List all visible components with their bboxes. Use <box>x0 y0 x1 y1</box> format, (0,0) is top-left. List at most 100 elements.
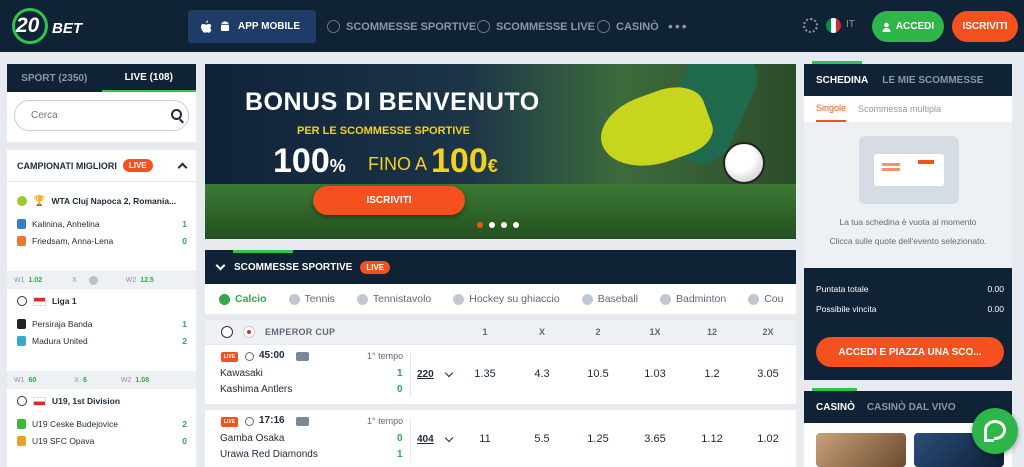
carousel-dot[interactable] <box>477 222 483 228</box>
tab-badminton[interactable]: Badminton <box>660 293 726 305</box>
stream-icon[interactable] <box>296 352 309 361</box>
welcome-bonus-banner[interactable]: BONUS DI BENVENUTO PER LE SCOMMESSE SPOR… <box>205 64 796 239</box>
carousel-dot[interactable] <box>489 222 495 228</box>
chat-support-button[interactable] <box>972 408 1018 454</box>
odds-value[interactable]: 1.02 <box>29 277 43 284</box>
team-row[interactable]: U19 SFC Opava 0 <box>17 433 187 448</box>
tab-casino[interactable]: CASINÒ <box>812 387 857 413</box>
tab-table-tennis[interactable]: Tennistavolo <box>356 293 431 305</box>
odds-cell[interactable]: 3.65 <box>635 433 675 445</box>
tab-baseball[interactable]: Baseball <box>581 293 638 305</box>
tab-my-bets[interactable]: LE MIE SCOMMESSE <box>882 75 983 86</box>
odds-label: X <box>72 276 77 284</box>
chevron-down-icon[interactable] <box>444 433 454 443</box>
live-tag: LIVE <box>221 417 238 427</box>
away-score: 0 <box>397 384 403 395</box>
odds-cell[interactable]: 1.02 <box>748 433 788 445</box>
odds-cell[interactable]: 1.25 <box>578 433 618 445</box>
soccer-ball-icon <box>17 396 27 406</box>
tab-live-casino[interactable]: CASINÒ DAL VIVO <box>867 402 956 413</box>
tab-label: Calcio <box>235 293 267 305</box>
team-score: 2 <box>182 335 187 346</box>
app-mobile-button[interactable]: APP MOBILE <box>188 10 316 43</box>
win-value: 0.00 <box>987 304 1004 314</box>
odds-label: W1 <box>14 276 25 284</box>
odds-cell[interactable]: 1.03 <box>635 368 675 380</box>
odds-label: W2 <box>120 376 132 384</box>
more-markets-link[interactable]: 404 <box>417 434 434 445</box>
more-menu-icon[interactable]: ••• <box>668 18 689 34</box>
tab-label: Hockey su ghiaccio <box>469 293 560 305</box>
pitch-background <box>205 184 796 239</box>
match-row[interactable]: LIVE 45:00 1° tempo Kawasaki Kashima Ant… <box>205 345 796 405</box>
search-icon[interactable] <box>171 109 182 120</box>
login-place-bet-button[interactable]: ACCEDI E PIAZZA UNA SCO... <box>816 337 1004 367</box>
tab-ice-hockey[interactable]: Hockey su ghiaccio <box>453 293 560 305</box>
team-row[interactable]: Friedsam, Anna-Lena 0 <box>17 233 187 248</box>
tab-tennis[interactable]: Tennis <box>288 293 335 305</box>
carousel-dot[interactable] <box>513 222 519 228</box>
team-name: Madura United <box>32 335 88 346</box>
odds-value[interactable]: 6 <box>83 377 87 384</box>
tab-soccer[interactable]: Calcio <box>219 293 267 305</box>
home-score: 1 <box>397 368 403 379</box>
team-score: 0 <box>182 235 187 246</box>
banner-register-button[interactable]: ISCRIVITI <box>313 186 465 215</box>
col-header: 2 <box>595 327 601 337</box>
stream-icon[interactable] <box>296 417 309 426</box>
tab-singles[interactable]: Singole <box>816 96 847 122</box>
odds-value[interactable]: 60 <box>29 377 37 384</box>
casino-game-thumbnail[interactable] <box>816 433 906 467</box>
tab-cou[interactable]: Cou <box>748 293 783 305</box>
chevron-down-icon[interactable] <box>215 260 226 271</box>
settings-gear-icon[interactable] <box>803 18 818 33</box>
tab-live[interactable]: LIVE (108) <box>101 64 196 92</box>
register-button[interactable]: ISCRIVITI <box>952 11 1018 42</box>
more-markets-link[interactable]: 220 <box>417 369 434 380</box>
odds-cell[interactable]: 11 <box>465 433 505 445</box>
odds-row: W1 60 X6 W2 1.08 <box>7 371 196 389</box>
login-button[interactable]: ACCEDI <box>872 11 944 42</box>
tab-bet-slip[interactable]: SCHEDINA <box>811 60 868 86</box>
chevron-down-icon[interactable] <box>444 368 454 378</box>
logo[interactable]: 20 BET <box>12 8 96 44</box>
sports-betting-header[interactable]: SCOMMESSE SPORTIVE LIVE <box>205 250 796 284</box>
top-championships-header[interactable]: CAMPIONATI MIGLIORI LIVE <box>7 150 196 182</box>
match-row[interactable]: LIVE 17:16 1° tempo Gamba Osaka Urawa Re… <box>205 410 796 467</box>
live-league-list: 🏆 WTA Cluj Napoca 2, Romania... Kalinina… <box>7 182 196 467</box>
odds-cell[interactable]: 10.5 <box>578 368 618 380</box>
nav-sports-betting[interactable]: SCOMMESSE SPORTIVE <box>327 10 476 43</box>
odds-cell[interactable]: 1.2 <box>692 368 732 380</box>
live-badge: LIVE <box>122 159 153 172</box>
league-title[interactable]: 🏆 WTA Cluj Napoca 2, Romania... <box>17 193 176 209</box>
league-title[interactable]: U19, 1st Division <box>17 393 120 409</box>
team-row[interactable]: Persiraja Banda 1 <box>17 316 187 331</box>
team-row[interactable]: U19 Ceske Budejovice 2 <box>17 416 187 431</box>
carousel-dot[interactable] <box>501 222 507 228</box>
sport-icon <box>748 293 760 305</box>
odds-cell[interactable]: 4.3 <box>522 368 562 380</box>
italy-flag-icon[interactable] <box>826 18 841 33</box>
team-row[interactable]: Kalinina, Anhelina 1 <box>17 216 187 231</box>
nav-casino[interactable]: CASINÒ <box>597 10 659 43</box>
team-score: 0 <box>182 435 187 446</box>
league-title[interactable]: Liga 1 <box>17 293 77 309</box>
live-icon <box>477 20 490 33</box>
odds-cell[interactable]: 5.5 <box>522 433 562 445</box>
odds-value[interactable]: 12.5 <box>140 277 154 284</box>
league-name: WTA Cluj Napoca 2, Romania... <box>51 196 177 206</box>
odds-cell[interactable]: 1.35 <box>465 368 505 380</box>
odds-cell[interactable]: 1.12 <box>692 433 732 445</box>
language-code[interactable]: IT <box>846 19 855 30</box>
tab-sport[interactable]: SPORT (2350) <box>7 64 102 92</box>
team-shirt-icon <box>17 435 26 446</box>
cup-name: EMPEROR CUP <box>265 327 336 337</box>
divider <box>410 353 411 397</box>
odds-cell[interactable]: 3.05 <box>748 368 788 380</box>
odds-value[interactable]: 1.08 <box>135 377 149 384</box>
search-input[interactable] <box>14 100 189 131</box>
team-row[interactable]: Madura United 2 <box>17 333 187 348</box>
chevron-up-icon[interactable] <box>177 162 188 172</box>
tab-multiple[interactable]: Scommessa multipla <box>858 104 941 114</box>
nav-live-betting[interactable]: SCOMMESSE LIVE <box>477 10 595 43</box>
